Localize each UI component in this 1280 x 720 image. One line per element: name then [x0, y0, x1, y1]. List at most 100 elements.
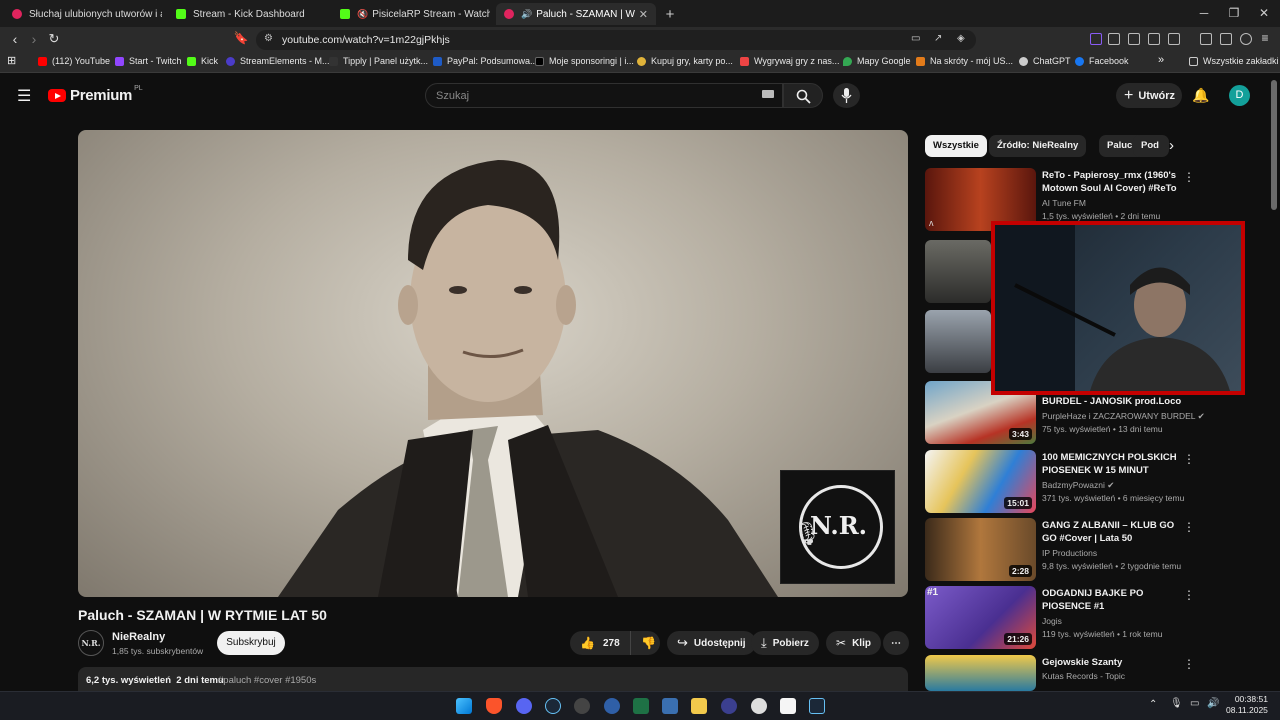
dislike-button[interactable]: 👎 [630, 631, 660, 655]
chip-pod[interactable]: Pod [1133, 135, 1169, 157]
channel-name[interactable]: Kutas Records - Topic [1042, 671, 1125, 681]
bookmark-facebook[interactable]: Facebook [1075, 56, 1129, 66]
all-bookmarks[interactable]: Wszystkie zakładki [1189, 56, 1279, 66]
create-button[interactable]: + Utwórz [1116, 83, 1182, 108]
account-avatar[interactable]: D [1229, 85, 1250, 106]
steam-icon[interactable] [809, 698, 825, 714]
menu-icon[interactable]: ≡ [1256, 31, 1274, 45]
bookmark-streamelements[interactable]: StreamElements - M... [226, 56, 330, 66]
chip-all[interactable]: Wszystkie [925, 135, 987, 157]
subscribe-button[interactable]: Subskrybuj [217, 631, 285, 655]
extension-icon[interactable] [1090, 33, 1102, 45]
speaker-icon[interactable]: 🔊 [521, 9, 532, 20]
maximize-button[interactable]: ❐ [1224, 6, 1244, 20]
reload-button[interactable]: ↻ [45, 31, 63, 47]
excel-icon[interactable] [633, 698, 649, 714]
video-thumbnail[interactable]: #1 21:26 [925, 586, 1036, 649]
address-bar[interactable]: ⚙ youtube.com/watch?v=1m22gjPkhjs ▭ ↗ ◈ [256, 30, 976, 50]
youtube-premium-logo[interactable]: Premium PL [48, 85, 143, 104]
tab-youtube-music[interactable]: Słuchaj ulubionych utworów i albumów [4, 3, 162, 25]
channel-name[interactable]: NieRealny [112, 631, 165, 643]
hamburger-menu-icon[interactable]: ☰ [17, 86, 31, 106]
channel-name[interactable]: Jogis [1042, 616, 1062, 626]
new-tab-button[interactable]: + [660, 6, 680, 23]
more-actions-button[interactable]: ⋯ [883, 631, 909, 655]
search-button[interactable] [783, 83, 823, 108]
video-title[interactable]: ReTo - Papierosy_rmx (1960's Motown Soul… [1042, 169, 1182, 196]
cast-icon[interactable]: ▭ [911, 33, 920, 44]
bookmark-paypal[interactable]: PayPal: Podsumowa... [433, 56, 538, 66]
notifications-bell-icon[interactable]: 🔔 [1192, 87, 1209, 104]
extension-icon[interactable] [1128, 33, 1140, 45]
share-icon[interactable]: ↗ [934, 33, 942, 44]
extensions-puzzle-icon[interactable] [1148, 33, 1160, 45]
chevron-up-icon[interactable]: ⌃ [1149, 699, 1157, 710]
extension-icon[interactable] [1108, 33, 1120, 45]
tab-kick-dashboard[interactable]: Stream - Kick Dashboard [168, 3, 326, 25]
more-vertical-icon[interactable]: ⋮ [1183, 170, 1195, 184]
system-clock[interactable]: 00:38:51 08.11.2025 [1226, 694, 1268, 716]
bookmark-icon[interactable]: 🔖 [232, 31, 250, 45]
bookmark-usos[interactable]: Na skróty - mój US... [916, 56, 1013, 66]
recommendation-item[interactable]: #1 21:26 ODGADNIJ BAJKE PO PIOSENCE #1 Jo… [925, 586, 1265, 650]
url-text[interactable]: youtube.com/watch?v=1m22gjPkhjs [282, 34, 450, 46]
microphone-icon[interactable]: 🎙 [1170, 698, 1183, 709]
discord-icon[interactable] [516, 698, 532, 714]
tab-kick-stream[interactable]: 🔇 PisicelaRP Stream - Watch Live on Kick [332, 3, 490, 25]
bookmark-twitch[interactable]: Start - Twitch [115, 56, 181, 66]
media-controls-icon[interactable] [1200, 33, 1212, 45]
bookmark-tipply[interactable]: Tipply | Panel użytk... [329, 56, 428, 66]
more-vertical-icon[interactable]: ⋮ [1183, 520, 1195, 534]
steam-icon[interactable] [545, 698, 561, 714]
shield-icon[interactable]: ◈ [957, 33, 965, 44]
hashtags[interactable]: #paluch #cover #1950s [218, 675, 316, 686]
channel-avatar[interactable]: N.R. [78, 630, 104, 656]
more-vertical-icon[interactable]: ⋮ [1183, 657, 1195, 671]
more-vertical-icon[interactable]: ⋮ [1183, 452, 1195, 466]
app-icon[interactable] [751, 698, 767, 714]
video-title[interactable]: Gejowskie Szanty [1042, 656, 1182, 669]
video-title[interactable]: ODGADNIJ BAJKE PO PIOSENCE #1 [1042, 587, 1182, 613]
close-tab-icon[interactable]: ✕ [639, 8, 648, 21]
bookmark-youtube[interactable]: (112) YouTube [38, 56, 110, 66]
bookmark-sponsoring[interactable]: Moje sponsoringi | i... [535, 56, 634, 66]
network-icon[interactable]: ▭ [1190, 698, 1199, 709]
apps-grid-icon[interactable]: ⊞ [7, 54, 16, 67]
video-thumbnail[interactable]: 15:01 [925, 450, 1036, 513]
forward-button[interactable]: › [25, 31, 43, 47]
chip-source[interactable]: Źródło: NieRealny [989, 135, 1087, 157]
channel-name[interactable]: PurpleHaze i ZACZAROWANY BURDEL ✔ [1042, 411, 1205, 422]
bookmark-giveaway[interactable]: Wygrywaj gry z nas... [740, 56, 839, 66]
video-title[interactable]: 100 MEMICZNYCH POLSKICH PIOSENEK W 15 MI… [1042, 451, 1182, 477]
recommendation-item[interactable]: 2:28 GANG Z ALBANII – KLUB GO GO #Cover … [925, 518, 1265, 582]
app-icon[interactable] [604, 698, 620, 714]
share-button[interactable]: ↪ Udostępnij [667, 631, 756, 655]
volume-icon[interactable]: 🔊 [1207, 698, 1219, 709]
video-thumbnail[interactable] [925, 240, 991, 303]
like-button[interactable]: 👍 278 [570, 631, 630, 655]
video-thumbnail[interactable] [925, 655, 1036, 691]
tab-youtube-active[interactable]: 🔊 Paluch - SZAMAN | W RYTMIE LAT 50 ✕ [496, 3, 656, 25]
keyboard-icon[interactable] [762, 90, 774, 98]
voice-search-button[interactable] [833, 83, 860, 108]
brave-browser-icon[interactable] [486, 698, 502, 714]
bookmark-chatgpt[interactable]: ChatGPT [1019, 56, 1071, 66]
bookmark-maps[interactable]: Mapy Google [843, 56, 911, 66]
chevron-right-icon[interactable]: › [1169, 137, 1174, 154]
extension-icon[interactable] [1168, 33, 1180, 45]
channel-name[interactable]: AI Tune FM [1042, 198, 1086, 208]
app-icon[interactable] [721, 698, 737, 714]
bookmark-kick[interactable]: Kick [187, 56, 218, 66]
muted-speaker-icon[interactable]: 🔇 [357, 9, 368, 20]
more-vertical-icon[interactable]: ⋮ [1183, 588, 1195, 602]
search-input[interactable]: Szukaj [425, 83, 783, 108]
more-bookmarks-icon[interactable]: » [1158, 54, 1164, 66]
back-button[interactable]: ‹ [6, 31, 24, 47]
clip-button[interactable]: ✂ Klip [826, 631, 881, 655]
video-title[interactable]: GANG Z ALBANII – KLUB GO GO #Cover | Lat… [1042, 519, 1182, 545]
sidebar-icon[interactable] [1220, 33, 1232, 45]
description-box[interactable]: 6,2 tys. wyświetleń 2 dni temu #paluch #… [78, 667, 908, 693]
video-thumbnail[interactable] [925, 310, 991, 373]
obs-icon[interactable] [574, 698, 590, 714]
video-thumbnail[interactable]: 2:28 [925, 518, 1036, 581]
